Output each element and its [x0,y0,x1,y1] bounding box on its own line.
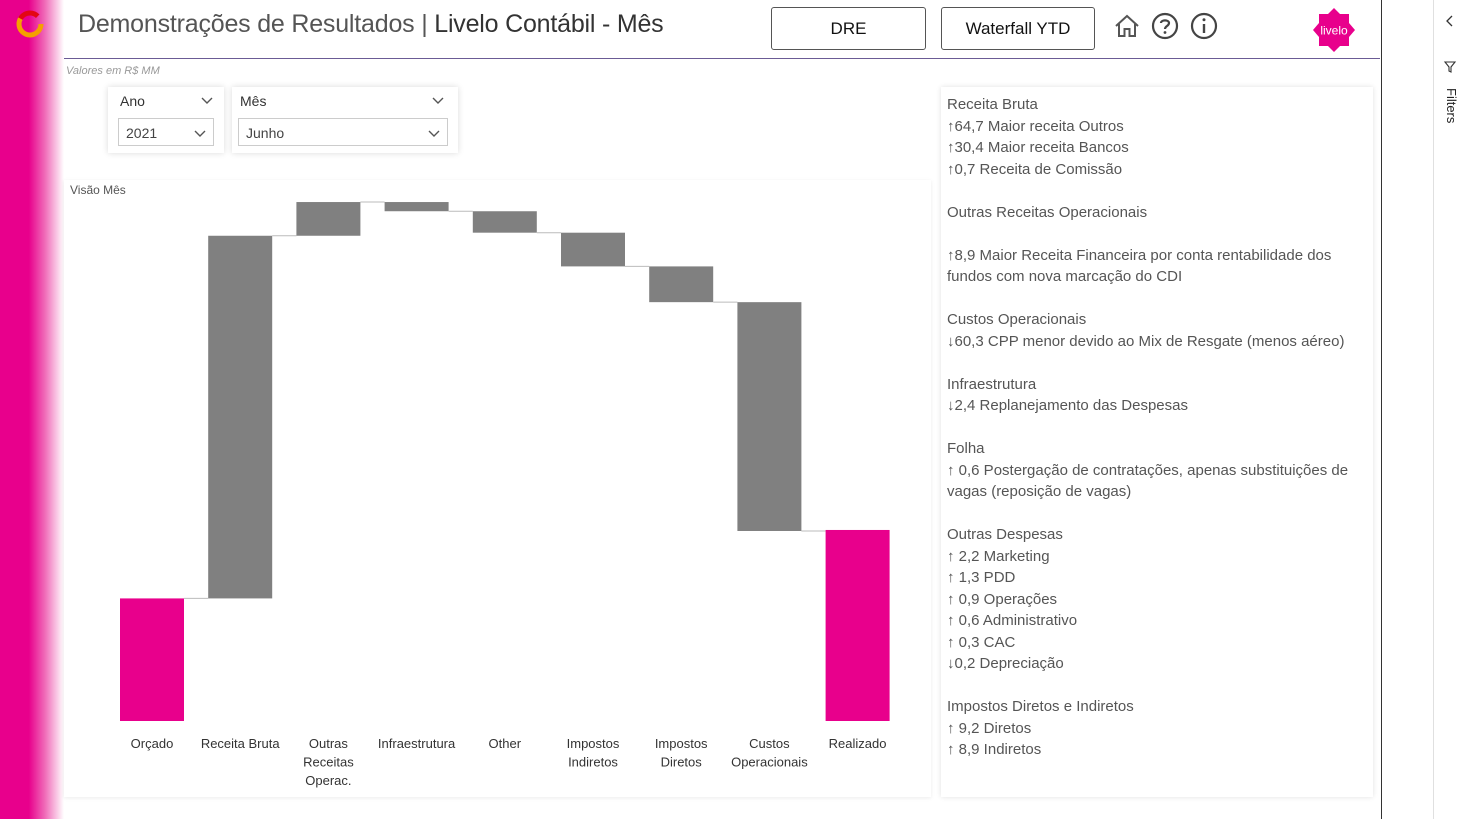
waterfall-bar-4[interactable] [384,202,449,212]
commentary-item: ↑ 8,9 Indiretos [947,741,1042,758]
month-dropdown[interactable]: Junho [238,118,448,146]
waterfall-bar-8[interactable] [737,302,802,531]
commentary-heading: Infraestrutura [947,375,1037,393]
commentary-spacer [947,417,1373,439]
home-icon[interactable] [1113,12,1141,40]
x-axis-label: Indiretos [568,755,618,770]
month-slicer-label: Mês [240,93,267,109]
commentary-item: ↓0,2 Depreciação [947,655,1064,672]
month-slicer: Mês Junho [232,87,458,153]
title-report-name: Livelo Contábil - Mês [434,10,664,38]
x-axis-label: Diretos [661,755,703,770]
waterfall-bar-1[interactable] [120,598,184,721]
collapse-chevron-icon[interactable] [1443,14,1457,28]
waterfall-bar-5[interactable] [472,211,537,233]
commentary-heading: Folha [947,440,985,457]
commentary-spacer [947,352,1373,374]
accent-strip [0,0,64,819]
commentary-item: ↑64,7 Maior receita Outros [947,117,1124,135]
header-divider [64,58,1380,59]
title-report-group: Demonstrações de Resultados [78,10,415,38]
chevron-down-icon[interactable] [431,93,445,107]
waterfall-bar-9[interactable] [825,529,890,721]
commentary-item: ↑8,9 Maior Receita Financeira por conta … [947,246,1336,286]
commentary-item: ↓60,3 CPP menor devido ao Mix de Resgate… [947,332,1345,350]
commentary-heading: Outras Receitas Operacionais [947,203,1148,221]
year-slicer: Ano 2021 [108,87,224,153]
svg-text:livelo: livelo [1320,24,1348,38]
commentary-item: ↑ 0,3 CAC [947,633,1016,651]
x-axis-label: Impostos [567,736,620,751]
chevron-down-icon [428,130,440,137]
commentary-panel: Receita Bruta ↑64,7 Maior receita Outros ↑… [941,87,1373,797]
x-axis-label: Impostos [655,736,708,751]
month-value: Junho [246,125,285,141]
waterfall-ytd-button[interactable]: Waterfall YTD [941,7,1095,50]
commentary-heading: Custos Operacionais [947,311,1087,328]
year-value: 2021 [126,125,158,141]
waterfall-chart: Visão Mês Orçado Receita Bruta Outras Recei… [64,180,931,797]
dre-button[interactable]: DRE [771,7,926,50]
waterfall-bar-2[interactable] [208,235,273,599]
page-title: Demonstrações de Resultados | Livelo Con… [78,10,664,39]
commentary-heading: Receita Bruta [947,96,1038,113]
x-axis-label: Other [489,736,522,751]
commentary-spacer [947,180,1373,202]
commentary-spacer [947,675,1373,697]
info-icon[interactable] [1190,12,1218,40]
x-axis-label: Outras [309,736,349,751]
commentary-item: ↑ 0,6 Administrativo [947,612,1078,629]
year-slicer-label: Ano [120,93,145,109]
commentary-item: ↑ 2,2 Marketing [947,547,1050,565]
commentary-spacer [947,288,1373,310]
commentary-heading: Outras Despesas [947,526,1063,543]
app-logo-icon [16,10,44,38]
waterfall-bar-6[interactable] [561,232,625,267]
waterfall-bar-3[interactable] [296,202,361,236]
x-axis-label: Custos [749,736,790,751]
commentary-heading: Impostos Diretos e Indiretos [947,698,1134,715]
x-axis-label: Operacionais [731,755,808,770]
waterfall-chart-svg: Orçado Receita Bruta Outras Receitas Operac.… [120,201,890,788]
x-axis-label: Realizado [829,736,887,751]
commentary-item: ↑ 0,9 Operações [947,590,1058,608]
chevron-down-icon[interactable] [200,93,214,107]
x-axis-label: Receita Bruta [201,736,281,751]
year-dropdown[interactable]: 2021 [118,118,214,146]
filters-pane-label[interactable]: Filters [1444,88,1459,123]
x-axis-label: Infraestrutura [378,736,456,751]
x-axis-label: Receitas [303,755,354,770]
commentary-item [947,223,1373,245]
x-axis-label: Orçado [131,736,174,751]
values-unit-note: Valores em R$ MM [66,65,160,77]
filter-funnel-icon [1443,61,1457,73]
x-axis-label: Operac. [305,773,351,788]
help-icon[interactable] [1151,12,1179,40]
livelo-logo: livelo [1313,8,1355,52]
waterfall-bar-7[interactable] [649,266,714,303]
commentary-item: ↑30,4 Maior receita Bancos [947,139,1129,156]
chevron-down-icon [194,130,206,137]
commentary-item: ↑0,7 Receita de Comissão [947,160,1123,178]
commentary-item: ↑ 0,6 Postergação de contratações, apena… [947,461,1353,501]
commentary-item: ↑ 9,2 Diretos [947,719,1032,737]
title-separator: | [414,10,435,38]
commentary-spacer [947,503,1373,525]
commentary-item: ↑ 1,3 PDD [947,569,1016,586]
commentary-item: ↓2,4 Replanejamento das Despesas [947,397,1188,414]
